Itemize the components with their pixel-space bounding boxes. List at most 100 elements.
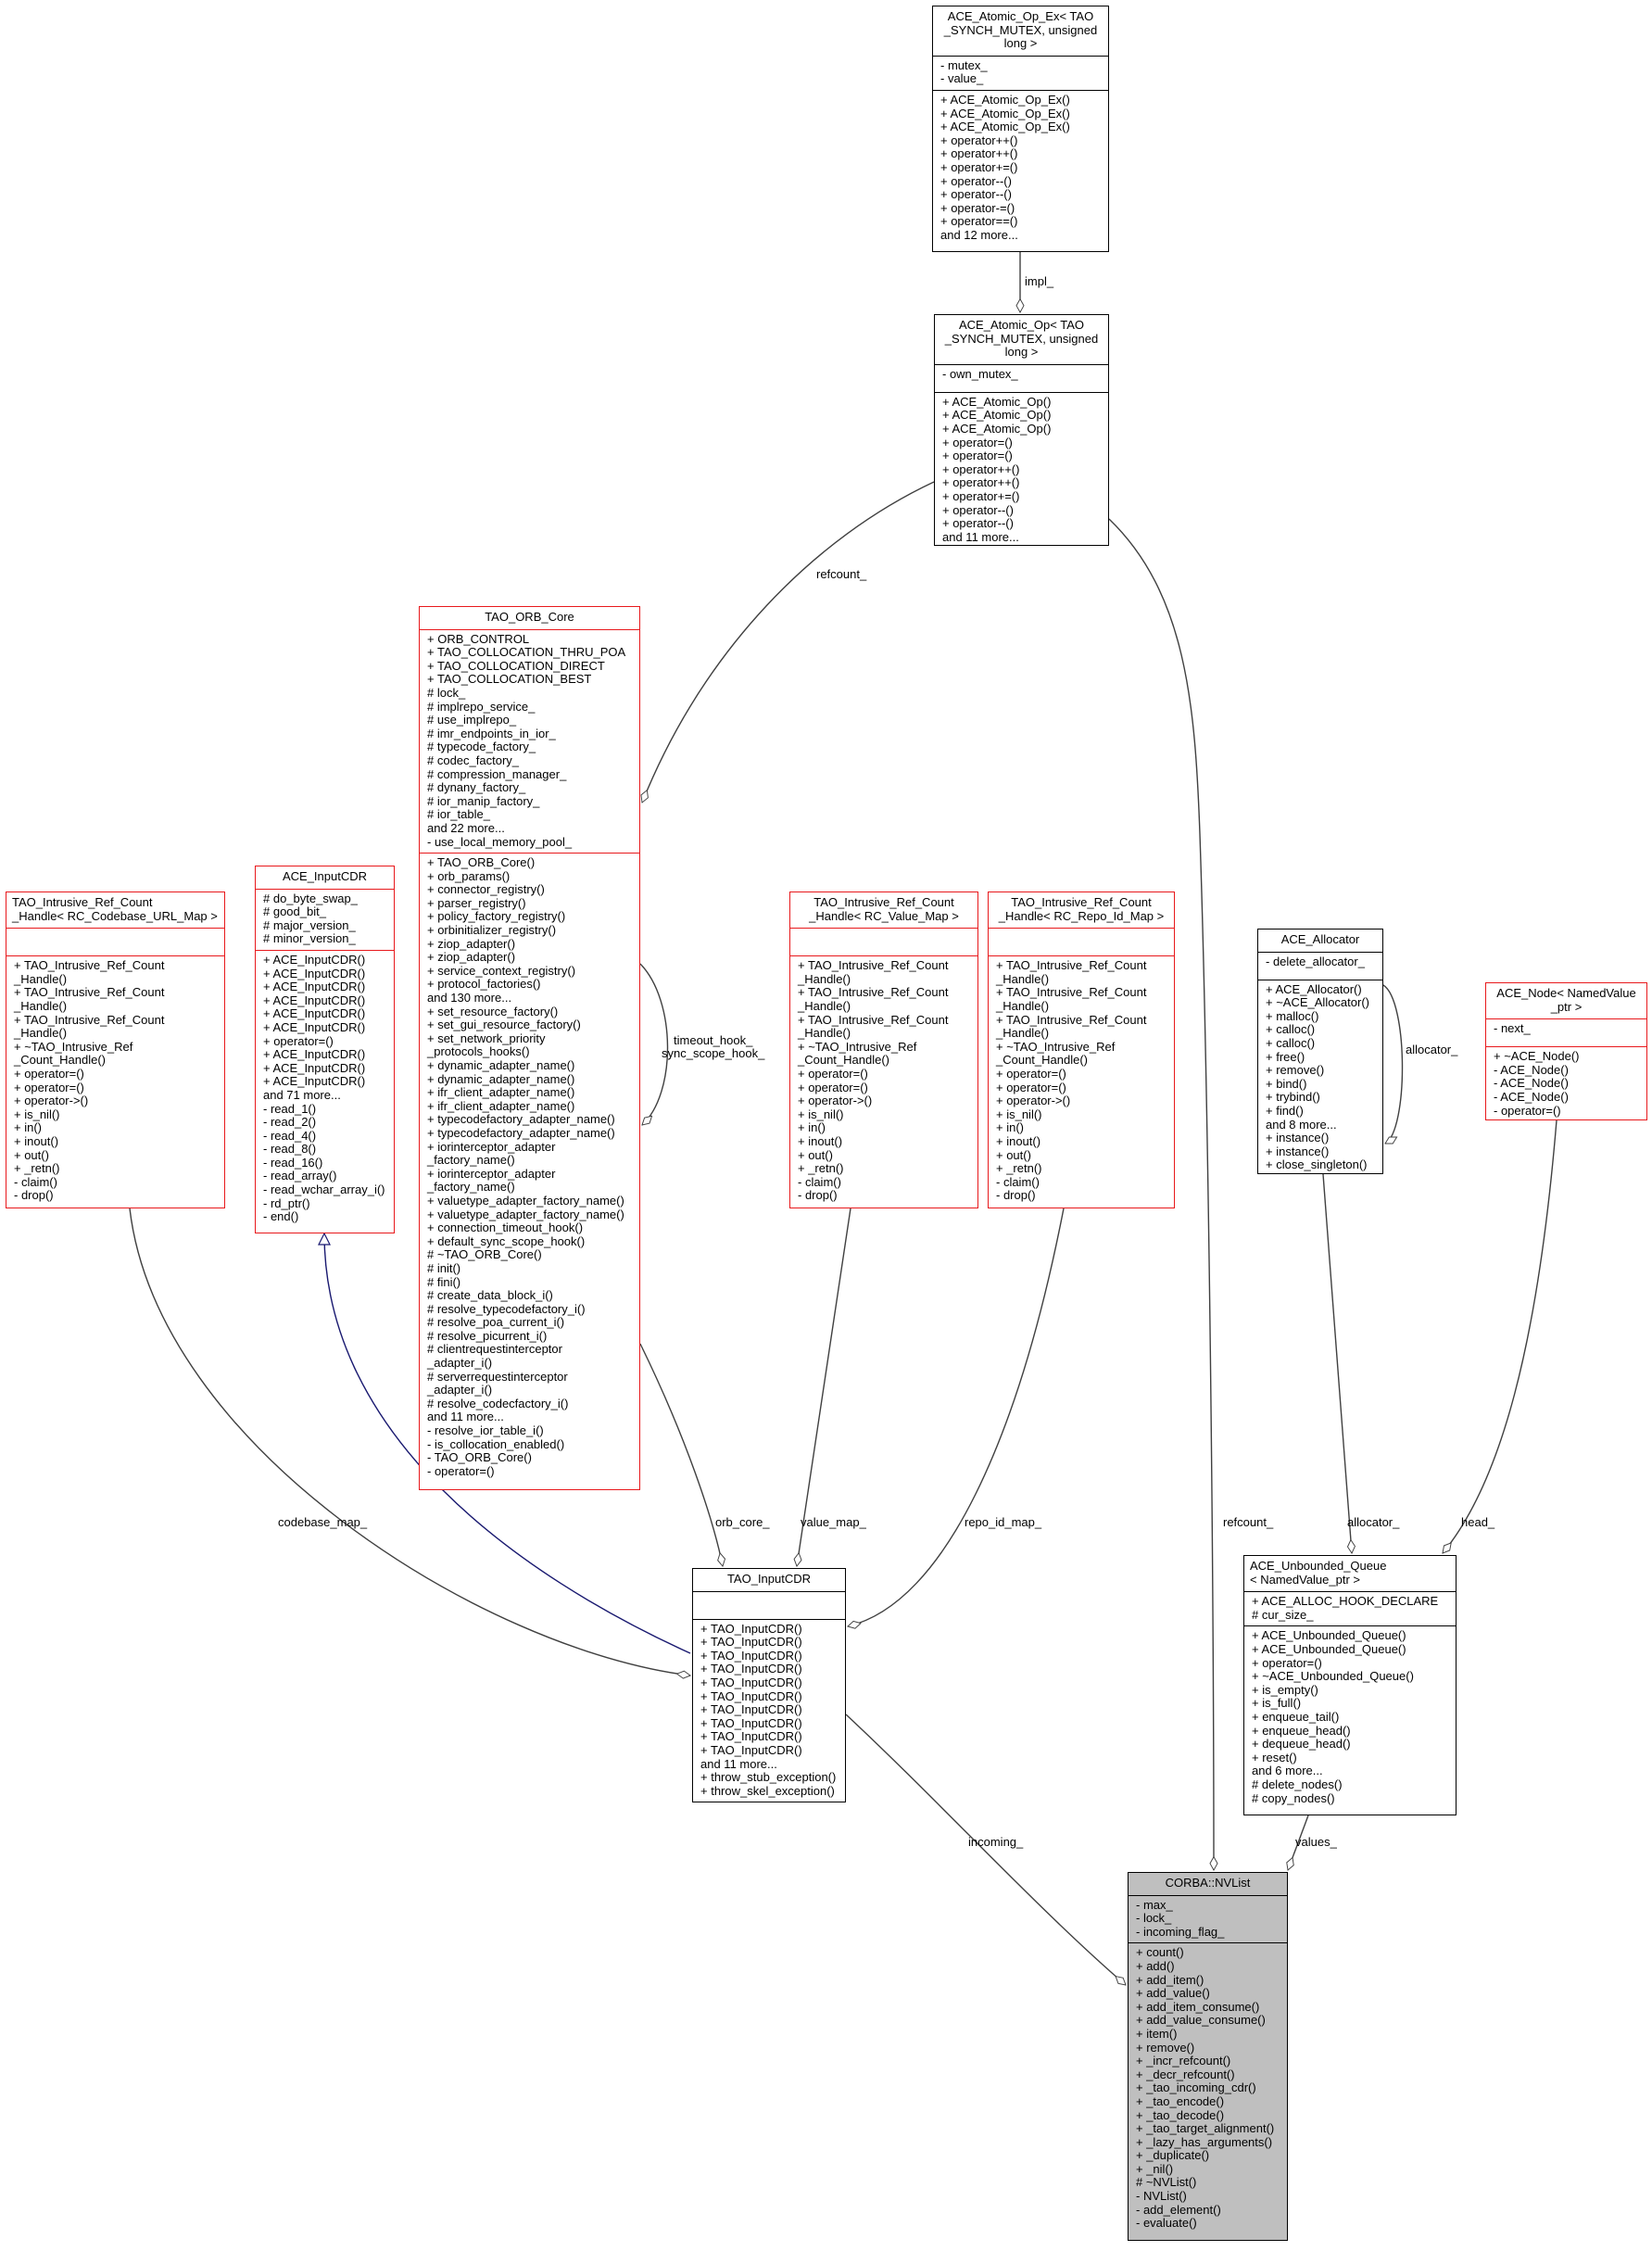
operation-item: + find() [1266,1103,1304,1118]
operation-item: + operator=() [798,1080,868,1094]
operation-item: + add_value_consume() [1136,2013,1266,2028]
operation-item: + operator=() [996,1080,1066,1094]
operation-item: + dynamic_adapter_name() [427,1071,575,1086]
attribute-item: # compression_manager_ [427,766,567,781]
operation-item: + ACE_Atomic_Op_Ex() [940,106,1070,120]
class-ace-node[interactable]: ACE_Node< NamedValue _ptr > - next_ + ~ACE… [1485,982,1647,1120]
operation-item: - read_1() [263,1101,317,1116]
operation-item: + ziop_adapter() [427,936,516,951]
edge-label-value-map: value_map_ [801,1515,866,1529]
operation-item: + TAO_InputCDR() [700,1635,802,1650]
attributes-section [989,929,1174,957]
attribute-item: + TAO_COLLOCATION_THRU_POA [427,645,626,660]
operation-item: + ACE_Atomic_Op_Ex() [940,92,1070,107]
class-tao-orb-core[interactable]: TAO_ORB_Core + ORB_CONTROL + TAO_COLLOCATI… [419,606,640,1490]
operation-item: + connector_registry() [427,882,545,897]
operation-item: _factory_name() [427,1153,515,1168]
operation-item: + _tao_decode() [1136,2107,1225,2122]
attributes-section [693,1592,845,1620]
operation-item: + in() [14,1120,42,1135]
operation-item: + operator=() [798,1066,868,1081]
operation-item: + operator=() [14,1080,84,1094]
edge-incoming [845,1714,1126,1985]
operation-item: + TAO_InputCDR() [700,1742,802,1757]
operation-item: + in() [798,1120,826,1135]
class-ace-unbounded-queue[interactable]: ACE_Unbounded_Queue < NamedValue_ptr > + … [1243,1555,1457,1815]
operation-item: + dynamic_adapter_name() [427,1058,575,1072]
operation-item: - drop() [14,1188,54,1203]
operation-item: + dequeue_head() [1252,1737,1351,1751]
operation-item: + ~ACE_Unbounded_Queue() [1252,1669,1414,1684]
class-title: ACE_Allocator [1258,929,1382,953]
attributes-section [6,929,224,957]
operation-item: and 71 more... [263,1087,341,1102]
class-ace-allocator[interactable]: ACE_Allocator - delete_allocator_ + ACE_Al… [1257,929,1383,1174]
operation-item: and 11 more... [700,1756,777,1771]
operation-item: - TAO_ORB_Core() [427,1450,532,1465]
class-repo-id-map-handle[interactable]: TAO_Intrusive_Ref_Count _Handle< RC_Repo… [988,892,1175,1208]
attributes-section: - next_ [1486,1019,1646,1048]
class-value-map-handle[interactable]: TAO_Intrusive_Ref_Count _Handle< RC_Valu… [789,892,978,1208]
operation-item: + calloc() [1266,1022,1316,1037]
operation-item: + _retn() [798,1161,844,1176]
operation-item: + operator+=() [942,488,1020,503]
operation-item: + ACE_InputCDR() [263,966,366,980]
edge-label-allocator-self: allocator_ [1406,1043,1458,1056]
attributes-section: - delete_allocator_ [1258,953,1382,980]
class-tao-inputcdr[interactable]: TAO_InputCDR + TAO_InputCDR() + TAO_InputC… [692,1568,846,1802]
edge-label-incoming: incoming_ [968,1835,1024,1849]
class-ace-atomic-op-ex[interactable]: ACE_Atomic_Op_Ex< TAO _SYNCH_MUTEX, unsi… [932,6,1109,252]
class-codebase-url-map-handle[interactable]: TAO_Intrusive_Ref_Count _Handle< RC_Code… [6,892,225,1208]
operation-item: - read_2() [263,1115,317,1130]
class-title: ACE_Atomic_Op_Ex< TAO _SYNCH_MUTEX, unsi… [933,6,1108,57]
edge-label-refcount-bottom: refcount_ [1223,1515,1274,1529]
operation-item: + ACE_InputCDR() [263,980,366,994]
operation-item: + ACE_InputCDR() [263,993,366,1007]
operation-item: _adapter_i() [427,1383,493,1397]
operation-item: + TAO_Intrusive_Ref_Count [798,1012,949,1027]
operation-item: _adapter_i() [427,1356,493,1371]
operation-item: + TAO_InputCDR() [700,1715,802,1730]
class-ace-atomic-op[interactable]: ACE_Atomic_Op< TAO _SYNCH_MUTEX, unsigne… [934,314,1109,546]
operation-item: # serverrequestinterceptor [427,1369,568,1384]
operation-item: # ~TAO_ORB_Core() [427,1247,542,1262]
class-title: ACE_InputCDR [256,866,394,890]
operation-item: and 11 more... [427,1410,504,1424]
attribute-item: - next_ [1494,1021,1531,1036]
attribute-item: # ior_manip_factory_ [427,793,540,808]
operation-item: + calloc() [1266,1035,1316,1050]
operation-item: + TAO_InputCDR() [700,1675,802,1689]
operation-item: # ~NVList() [1136,2175,1197,2190]
operation-item: _Count_Handle() [798,1053,890,1068]
operation-item: + operator=() [942,449,1013,463]
operations-section: + TAO_Intrusive_Ref_Count _Handle() + TAO_… [6,956,224,1207]
operation-item: + operator++() [942,462,1020,476]
attributes-section [790,929,977,957]
operation-item: + valuetype_adapter_factory_name() [427,1193,624,1208]
operation-item: + TAO_ORB_Core() [427,855,536,870]
operation-item: + ACE_InputCDR() [263,1074,366,1089]
operation-item: + remove() [1136,2040,1195,2055]
operation-item: + set_network_priority [427,1031,546,1045]
operation-item: + operator--() [942,502,1014,517]
operation-item: + set_gui_resource_factory() [427,1018,581,1032]
operation-item: + _tao_incoming_cdr() [1136,2080,1256,2095]
class-corba-nvlist[interactable]: CORBA::NVList - max_ - lock_ - incoming_fla… [1128,1872,1288,2241]
operation-item: and 8 more... [1266,1117,1337,1132]
operation-item: + is_empty() [1252,1682,1318,1697]
operation-item: + add_value() [1136,1986,1210,2001]
operation-item: + orbinitializer_registry() [427,923,557,938]
operation-item: _Handle() [798,1026,851,1041]
attribute-item: - value_ [940,71,984,86]
operation-item: - resolve_ior_table_i() [427,1423,544,1438]
operation-item: + iorinterceptor_adapter [427,1166,556,1181]
operation-item: + ACE_Atomic_Op() [942,394,1052,409]
operation-item: - read_4() [263,1128,317,1143]
class-ace-inputcdr[interactable]: ACE_InputCDR # do_byte_swap_ # good_bit_ # … [255,866,395,1233]
edge-label-head: head_ [1461,1515,1495,1529]
operation-item: + inout() [996,1133,1041,1148]
operation-item: # delete_nodes() [1252,1777,1343,1791]
attribute-item: and 22 more... [427,820,505,835]
attribute-item: - delete_allocator_ [1266,954,1365,968]
operation-item: + operator=() [263,1033,334,1048]
